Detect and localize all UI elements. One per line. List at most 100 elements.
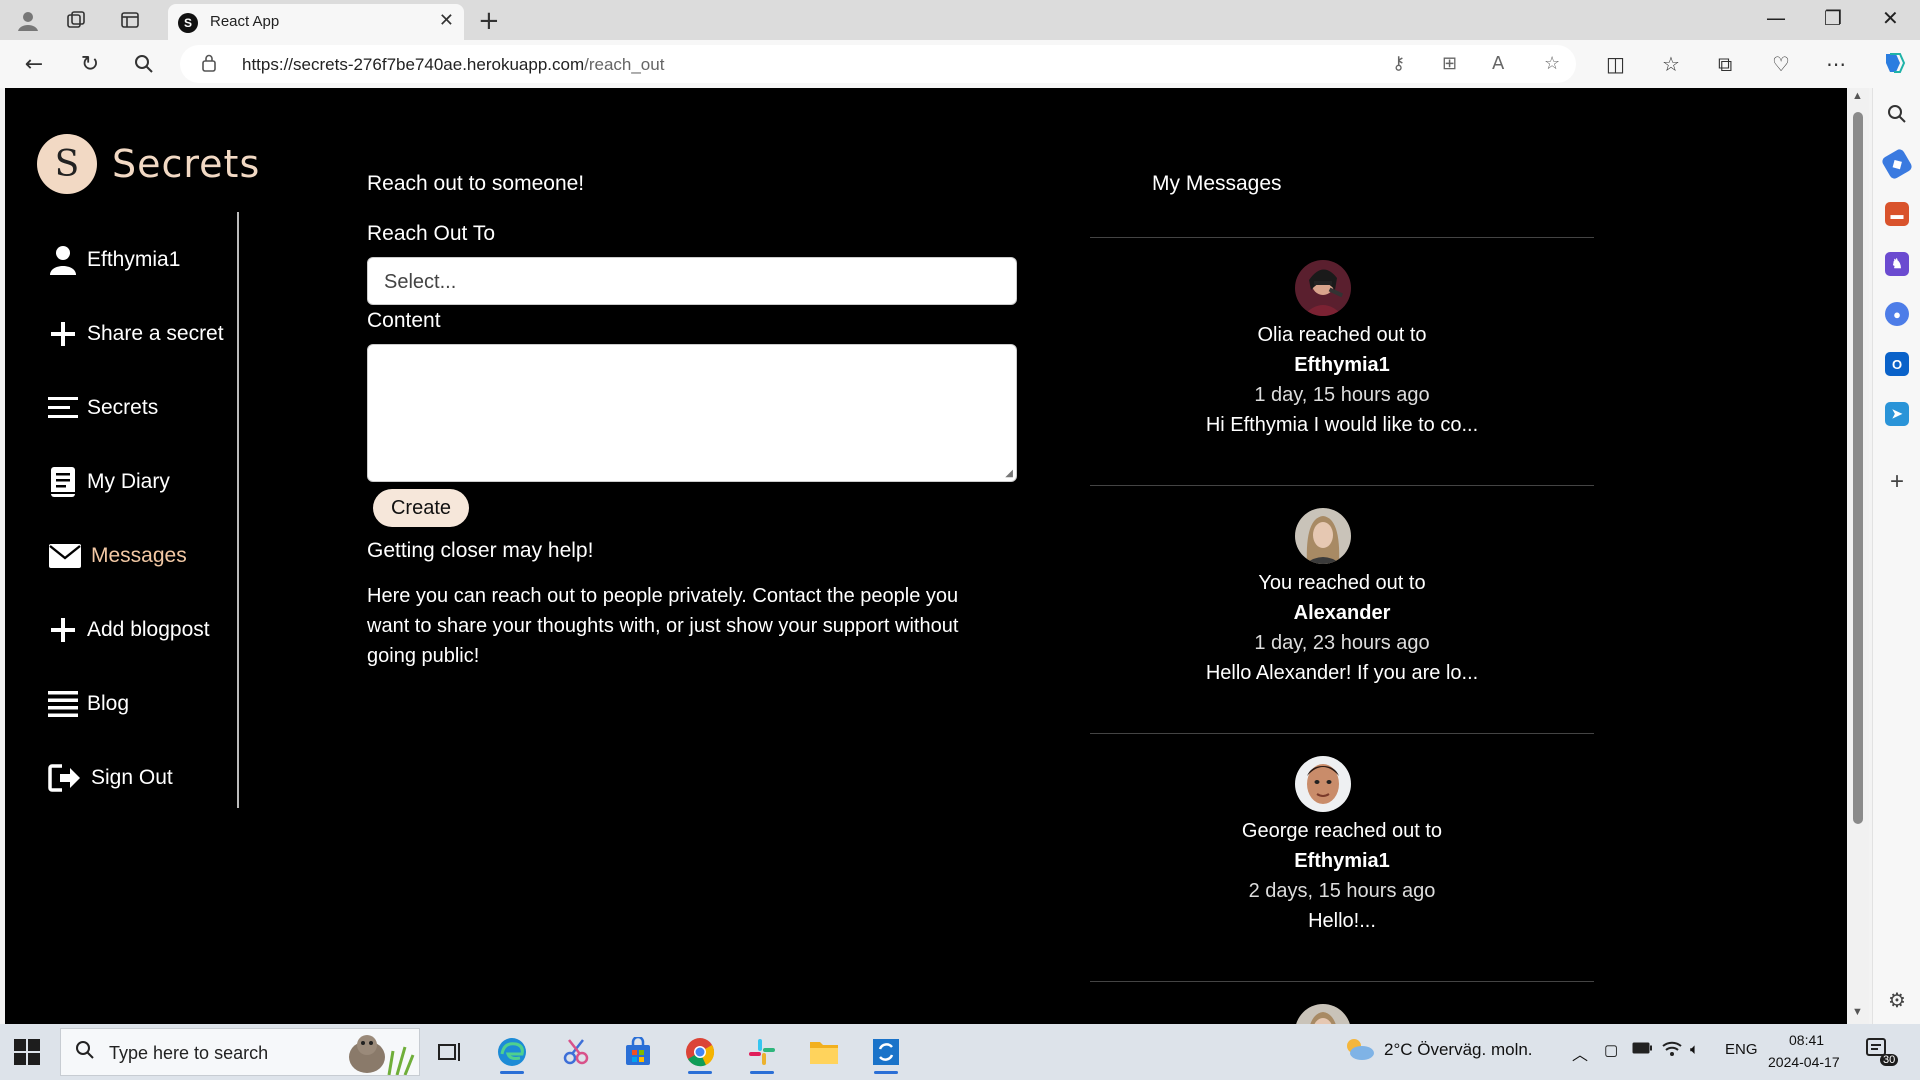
battery-icon[interactable]	[1632, 1041, 1652, 1058]
back-icon[interactable]: ←	[20, 50, 48, 78]
message-divider	[1090, 733, 1594, 734]
tab-close-icon[interactable]: ✕	[439, 10, 454, 31]
list-icon	[47, 688, 79, 720]
microsoft-store-icon[interactable]	[616, 1030, 660, 1074]
collections-icon[interactable]: ⧉	[1718, 52, 1732, 76]
favorite-star-icon[interactable]: ☆	[1544, 53, 1560, 74]
page-viewport: S Secrets Efthymia1 Share a secret Secre…	[5, 88, 1847, 1024]
logo-badge[interactable]: S	[37, 134, 97, 194]
sidebar-search-icon[interactable]	[1885, 102, 1909, 126]
tab-actions-icon[interactable]	[118, 8, 142, 32]
sidebar-item-label: Blog	[87, 692, 130, 715]
message-divider	[1090, 981, 1594, 982]
weather-text[interactable]: 2°C Överväg. moln.	[1384, 1040, 1533, 1060]
search-icon[interactable]	[130, 50, 158, 78]
favorites-icon[interactable]: ☆	[1662, 52, 1680, 76]
split-screen-icon[interactable]: ◫	[1606, 52, 1625, 76]
browser-toolbar: ← ↻ https://secrets-276f7be740ae.herokua…	[0, 40, 1920, 88]
clock-time[interactable]: 08:41	[1789, 1032, 1824, 1048]
snipping-tool-icon[interactable]	[554, 1030, 598, 1074]
message-item[interactable]: Olia reached out to Efthymia1 1 day, 15 …	[1090, 260, 1594, 480]
windows-start-icon[interactable]	[14, 1039, 40, 1065]
url-text[interactable]: https://secrets-276f7be740ae.herokuapp.c…	[242, 55, 664, 75]
tools-icon[interactable]: ▬	[1885, 202, 1909, 226]
message-action: You reached out to	[1258, 572, 1426, 594]
slack-icon[interactable]	[740, 1030, 784, 1074]
logo-text[interactable]: Secrets	[112, 142, 260, 186]
sidebar-item-secrets[interactable]: Secrets	[47, 388, 158, 428]
sidebar-item-label: Efthymia1	[87, 248, 181, 271]
clock-date[interactable]: 2024-04-17	[1768, 1054, 1840, 1070]
message-item[interactable]: George reached out to Efthymia1 2 days, …	[1090, 756, 1594, 976]
microsoft-365-icon[interactable]: ●	[1885, 302, 1909, 326]
file-explorer-icon[interactable]	[802, 1030, 846, 1074]
plus-icon	[47, 614, 79, 646]
chrome-icon[interactable]	[678, 1030, 722, 1074]
games-icon[interactable]: ♞	[1885, 252, 1909, 276]
envelope-icon	[47, 540, 83, 572]
edge-sidebar: ◆ ▬ ♞ ● O ➤ + ⚙	[1872, 88, 1920, 1024]
message-item[interactable]: You reached out to Alexander 1 day, 23 h…	[1090, 508, 1594, 728]
lock-icon[interactable]	[202, 54, 216, 76]
refresh-icon[interactable]: ↻	[76, 50, 104, 78]
task-view-icon[interactable]	[428, 1030, 472, 1074]
taskbar: Type here to search 2°C Överväg. moln. ︿…	[0, 1024, 1920, 1080]
sidebar-item-profile[interactable]: Efthymia1	[47, 240, 180, 280]
sidebar-item-blog[interactable]: Blog	[47, 684, 129, 724]
message-divider	[1090, 237, 1594, 238]
sidebar-item-label: Share a secret	[87, 322, 224, 345]
reach-out-description: Here you can reach out to people private…	[367, 585, 959, 667]
wifi-icon[interactable]	[1662, 1041, 1682, 1061]
create-button[interactable]: Create	[373, 489, 469, 527]
app-available-icon[interactable]: ⊞	[1442, 53, 1457, 74]
restore-icon[interactable]: ❐	[1824, 6, 1842, 30]
device-icon[interactable]: ▢	[1604, 1041, 1618, 1059]
hidden-icons-chevron-icon[interactable]: ︿	[1572, 1041, 1588, 1065]
minimize-icon[interactable]: —	[1766, 6, 1786, 30]
recipient-select[interactable]: Select...	[367, 257, 1017, 305]
password-key-icon[interactable]: ⚷	[1392, 53, 1405, 74]
profile-icon[interactable]	[16, 8, 40, 32]
address-bar[interactable]: https://secrets-276f7be740ae.herokuapp.c…	[180, 45, 1576, 83]
sidebar-item-label: My Diary	[87, 470, 170, 493]
sidebar-item-add-blogpost[interactable]: Add blogpost	[47, 610, 210, 650]
sidebar-item-share-secret[interactable]: Share a secret	[47, 314, 224, 354]
sidebar-item-my-diary[interactable]: My Diary	[47, 462, 170, 502]
content-textarea[interactable]: ◢	[367, 344, 1017, 482]
message-action: Olia reached out to	[1257, 324, 1427, 346]
page-scrollbar[interactable]: ▲ ▼	[1847, 88, 1869, 1024]
volume-icon[interactable]: 🔈︎	[1690, 1041, 1699, 1058]
scrollbar-thumb[interactable]	[1853, 112, 1863, 824]
scroll-down-icon[interactable]: ▼	[1852, 1006, 1863, 1018]
copilot-icon[interactable]	[1880, 50, 1906, 81]
remote-app-icon[interactable]	[864, 1030, 908, 1074]
message-item[interactable]	[1090, 1004, 1594, 1024]
outlook-icon[interactable]: O	[1885, 352, 1909, 376]
more-menu-icon[interactable]: ⋯	[1826, 52, 1846, 76]
drop-icon[interactable]: ➤	[1885, 402, 1909, 426]
shopping-tag-icon[interactable]: ◆	[1880, 147, 1914, 181]
resize-grip-icon[interactable]: ◢	[1005, 468, 1013, 479]
workspaces-icon[interactable]	[64, 8, 88, 32]
avatar	[1295, 508, 1351, 564]
avatar	[1295, 260, 1351, 316]
weather-icon[interactable]	[1342, 1036, 1376, 1066]
read-aloud-icon[interactable]: A	[1492, 53, 1504, 74]
sidebar-item-messages[interactable]: Messages	[47, 536, 187, 576]
scroll-up-icon[interactable]: ▲	[1852, 90, 1863, 102]
add-sidebar-app-icon[interactable]: +	[1885, 468, 1909, 495]
taskbar-search[interactable]: Type here to search	[60, 1028, 420, 1076]
edge-taskbar-icon[interactable]	[490, 1030, 534, 1074]
plus-icon	[47, 318, 79, 350]
browser-essentials-icon[interactable]: ♡	[1772, 52, 1790, 76]
message-action: George reached out to	[1241, 820, 1443, 842]
sidebar-item-sign-out[interactable]: Sign Out	[47, 758, 173, 798]
user-icon	[47, 244, 79, 276]
active-app-indicator	[874, 1071, 898, 1074]
taskbar-search-icon	[75, 1040, 95, 1065]
browser-tab[interactable]: S React App ✕	[168, 4, 464, 40]
new-tab-icon[interactable]: +	[478, 6, 500, 36]
sidebar-settings-icon[interactable]: ⚙	[1885, 988, 1909, 1012]
window-close-icon[interactable]: ✕	[1882, 6, 1899, 30]
language-indicator[interactable]: ENG	[1725, 1041, 1758, 1058]
